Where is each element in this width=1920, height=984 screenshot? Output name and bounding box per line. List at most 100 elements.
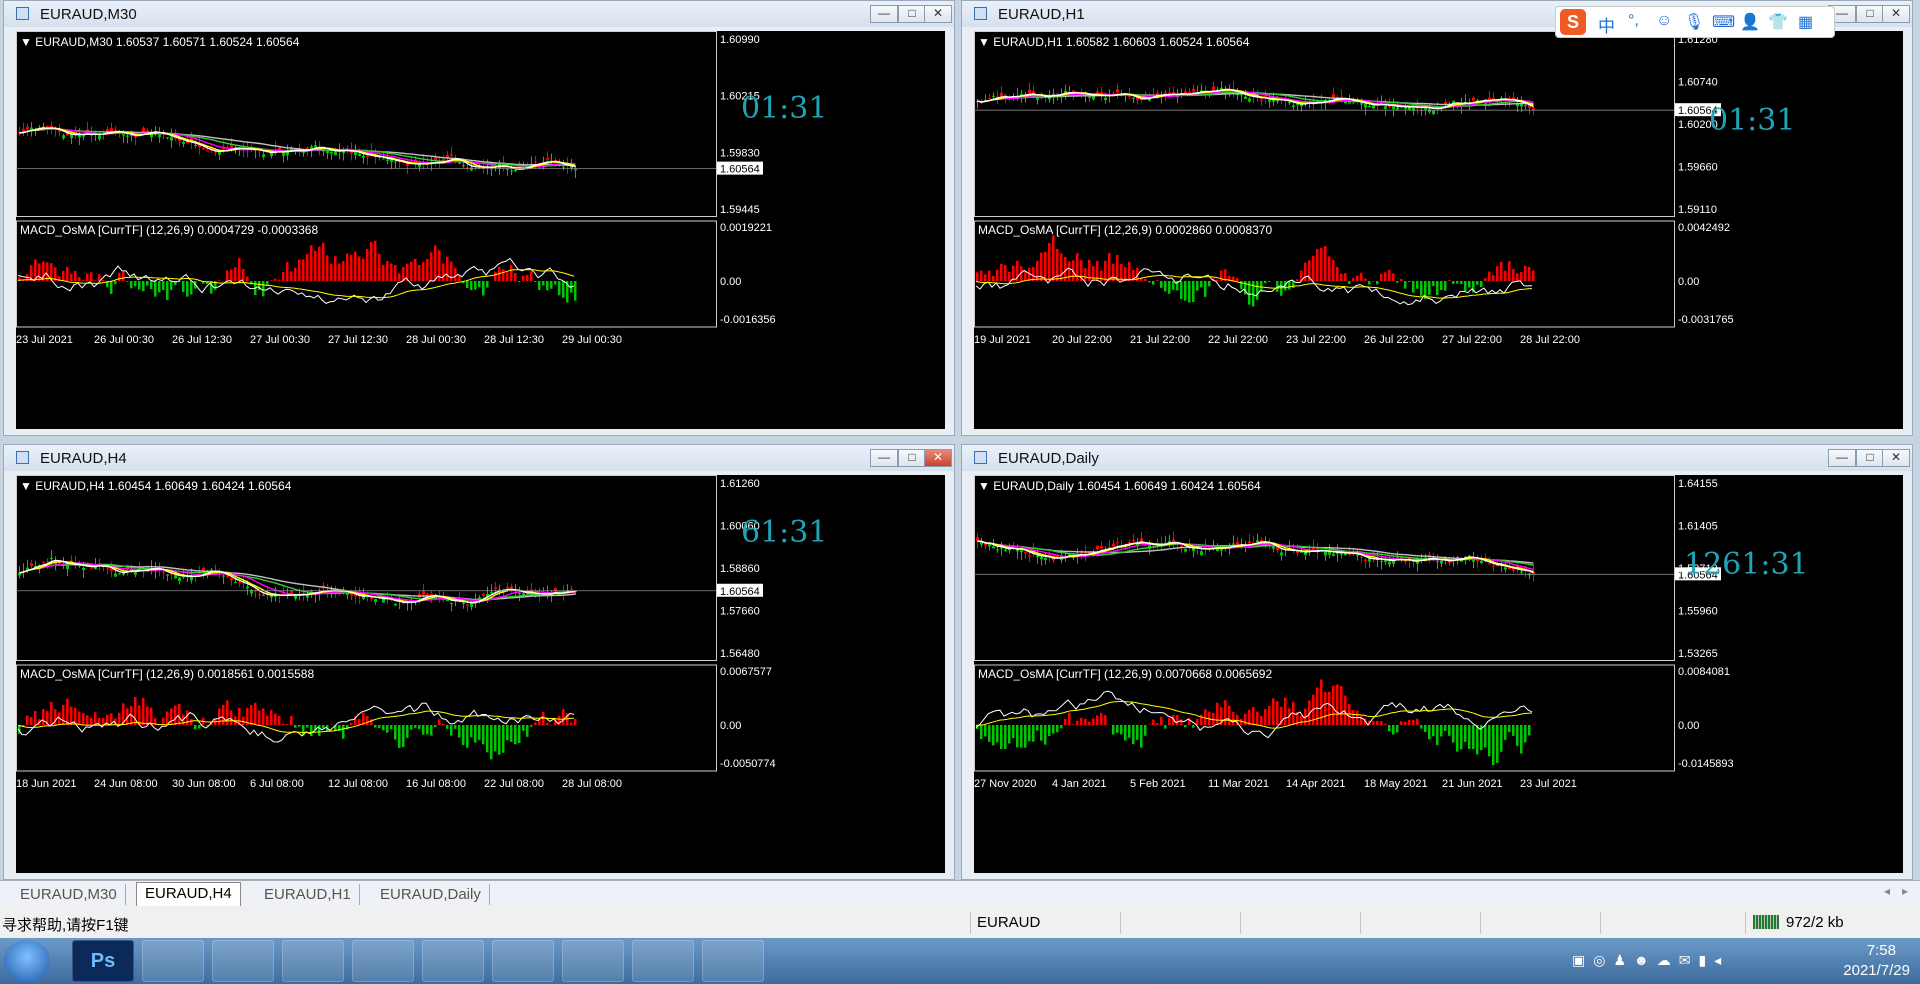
maximize-button[interactable]: □ [1856, 449, 1884, 467]
candle-body [258, 594, 261, 596]
window-titlebar[interactable]: EURAUD,M30 — □ ✕ [4, 1, 954, 27]
ime-lang-toggle[interactable]: 中 [1598, 12, 1615, 37]
macd-histogram-bar [1160, 716, 1163, 725]
macd-histogram-bar [1284, 697, 1287, 725]
window-titlebar[interactable]: EURAUD,H4 — □ ✕ [4, 445, 954, 471]
close-button[interactable]: ✕ [1882, 449, 1910, 467]
skin-icon[interactable]: 👕 [1768, 12, 1788, 32]
minimize-button[interactable]: — [870, 449, 898, 467]
macd-histogram-bar [310, 245, 313, 281]
chart-window-h4[interactable]: EURAUD,H4 — □ ✕ 1.60564 1.61260 1.60060 1.5… [3, 444, 955, 880]
close-button[interactable]: ✕ [1882, 5, 1910, 23]
start-button-icon[interactable] [4, 940, 50, 982]
metatrader-taskbar-icon[interactable] [492, 940, 554, 982]
macd-histogram-bar [510, 725, 513, 742]
macd-histogram-bar [382, 264, 385, 281]
macd-histogram-bar [1128, 261, 1131, 281]
macd-histogram-bar [1012, 265, 1015, 281]
close-button[interactable]: ✕ [924, 5, 952, 23]
macd-histogram-bar [570, 722, 573, 725]
chart-window-daily[interactable]: EURAUD,Daily — □ ✕ 1.60564 1.64155 1.61405… [961, 444, 1913, 880]
macd-histogram-bar [1132, 725, 1135, 745]
macd-histogram-bar [1408, 281, 1411, 282]
macd-histogram-bar [474, 281, 477, 290]
macd-histogram-bar [478, 725, 481, 740]
candle-body [1440, 560, 1443, 564]
emoji-icon[interactable]: ☺ [1656, 12, 1672, 30]
chart-canvas[interactable]: 1.60564 1.60990 1.60215 1.59830 1.59445 0.001… [16, 31, 945, 429]
photoshop-taskbar-icon[interactable]: Ps [72, 940, 134, 982]
macd-histogram-bar [234, 267, 237, 281]
macd-histogram-bar [1264, 281, 1267, 284]
window-titlebar[interactable]: EURAUD,Daily — □ ✕ [962, 445, 1912, 471]
macd-histogram-bar [374, 725, 377, 728]
macd-histogram-bar [1372, 720, 1375, 725]
minimize-button[interactable]: — [870, 5, 898, 23]
macd-histogram-bar [366, 249, 369, 281]
candle-body [66, 565, 69, 570]
macd-histogram-bar [266, 281, 269, 286]
notepad-taskbar-icon[interactable] [422, 940, 484, 982]
macd-histogram-bar [1480, 281, 1483, 288]
chart-canvas[interactable]: 1.60564 1.61280 1.60740 1.60200 1.59660 1.591… [974, 31, 1903, 429]
macd-histogram-bar [1312, 255, 1315, 281]
chart-window-h1[interactable]: EURAUD,H1 — □ ✕ 1.60564 1.61280 1.60740 1.6… [961, 0, 1913, 436]
current-price-value: 1.60564 [720, 164, 760, 176]
keyboard-icon[interactable]: ⌨ [1712, 12, 1735, 32]
tab-euraud-h4[interactable]: EURAUD,H4 [136, 882, 241, 907]
tab-scroll-right-icon[interactable]: ▸ [1902, 884, 1908, 898]
user-icon[interactable]: 👤 [1740, 12, 1760, 32]
sogou-logo-icon[interactable]: S [1560, 9, 1586, 35]
chart-canvas[interactable]: 1.60564 1.64155 1.61405 1.58710 1.55960 1.532… [974, 475, 1903, 873]
punctuation-icon[interactable]: °, [1628, 12, 1639, 30]
macd-histogram-bar [1168, 281, 1171, 294]
minimize-button[interactable]: — [1828, 449, 1856, 467]
clock-time[interactable]: 7:58 [1867, 942, 1896, 959]
moving-average-line [19, 560, 576, 604]
macd-histogram-bar [162, 281, 165, 290]
raccoon-app-taskbar-icon[interactable] [702, 940, 764, 982]
toolbox-icon[interactable]: ▦ [1798, 12, 1813, 32]
candle-body [1356, 554, 1359, 556]
macd-histogram-bar [1192, 281, 1195, 302]
macd-histogram-bar [282, 271, 285, 281]
macd-histogram-bar [1076, 253, 1079, 281]
macd-histogram-bar [1484, 725, 1487, 748]
candle-body [518, 593, 521, 595]
macd-histogram-bar [1080, 717, 1083, 725]
tab-euraud-daily[interactable]: EURAUD,Daily [372, 884, 490, 905]
tab-euraud-h1[interactable]: EURAUD,H1 [256, 884, 360, 905]
ime-toolbar[interactable]: S 中 °, ☺ 🎙 ⌨ 👤 👕 ▦ [1555, 6, 1835, 38]
app-taskbar-icon-2[interactable] [142, 940, 204, 982]
macd-histogram-bar [1032, 267, 1035, 281]
microphone-icon[interactable]: 🎙 [1684, 12, 1704, 32]
date-tick-label: 5 Feb 2021 [1130, 778, 1186, 790]
macd-histogram-bar [358, 256, 361, 281]
price-tick-label: 1.53265 [1678, 648, 1718, 660]
clock-date[interactable]: 2021/7/29 [1843, 962, 1910, 979]
chart-canvas[interactable]: 1.60564 1.61260 1.60060 1.58860 1.57660 1.564… [16, 475, 945, 873]
maximize-button[interactable]: □ [898, 5, 926, 23]
phone-taskbar-icon[interactable] [632, 940, 694, 982]
macd-tick-label: 0.0084081 [1678, 666, 1730, 678]
close-button[interactable]: ✕ [924, 449, 952, 467]
macd-histogram-bar [1084, 718, 1087, 725]
tab-euraud-m30[interactable]: EURAUD,M30 [12, 884, 126, 905]
macd-histogram-bar [1300, 715, 1303, 725]
contacts-taskbar-icon[interactable] [352, 940, 414, 982]
maximize-button[interactable]: □ [1856, 5, 1884, 23]
macd-histogram-bar [538, 281, 541, 290]
macd-histogram-bar [366, 716, 369, 725]
macd-histogram-bar [90, 717, 93, 725]
wechat-taskbar-icon[interactable] [562, 940, 624, 982]
macd-histogram-bar [1508, 261, 1511, 281]
macd-histogram-bar [386, 725, 389, 733]
tray-icons[interactable]: ▣◎♟☻☁✉▮◂ [1572, 952, 1762, 970]
maximize-button[interactable]: □ [898, 449, 926, 467]
candle-body [42, 562, 45, 564]
chart-window-m30[interactable]: EURAUD,M30 — □ ✕ 1.60564 1.60990 1.60215 1.… [3, 0, 955, 436]
refresh-app-taskbar-icon[interactable] [282, 940, 344, 982]
macd-tick-label: 0.00 [720, 276, 741, 288]
cloud-app-taskbar-icon[interactable] [212, 940, 274, 982]
tab-scroll-left-icon[interactable]: ◂ [1884, 884, 1890, 898]
